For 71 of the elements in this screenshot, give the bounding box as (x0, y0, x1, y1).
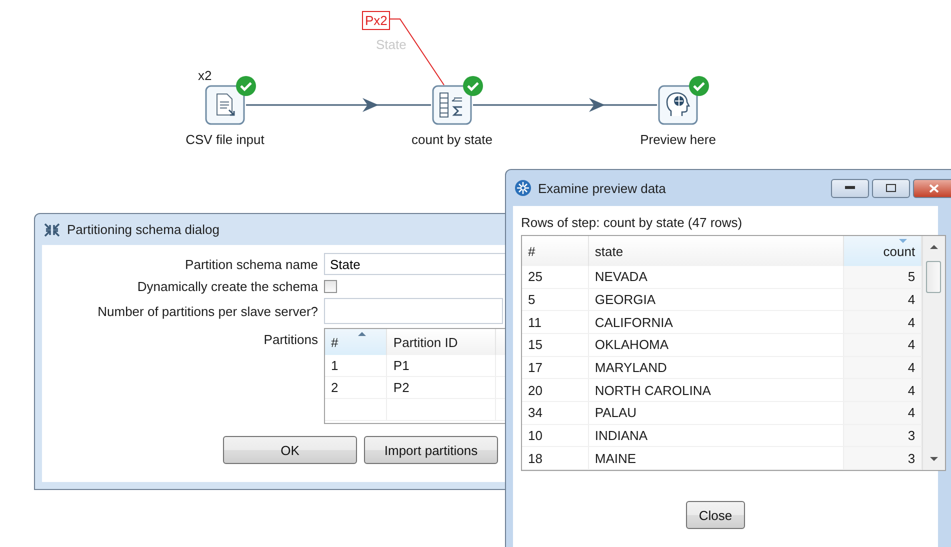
sort-arrow-icon (899, 239, 908, 243)
table-cell: 3 (843, 446, 922, 470)
table-cell: OKLAHOMA (588, 334, 844, 356)
table-cell: 10 (522, 424, 588, 447)
sort-arrow-icon (358, 332, 366, 336)
table-cell: INDIANA (588, 424, 844, 447)
step-label: Preview here (640, 132, 716, 147)
table-cell: 34 (522, 402, 588, 424)
table-cell: 4 (843, 288, 922, 311)
maximize-button[interactable] (872, 178, 910, 198)
close-icon (929, 184, 939, 192)
table-cell: 4 (843, 356, 922, 379)
document-step-icon[interactable] (205, 85, 245, 125)
partition-tag: Px2 (362, 11, 390, 30)
scroll-thumb[interactable] (926, 261, 942, 293)
table-cell: 18 (522, 446, 588, 470)
column-header[interactable]: count (843, 236, 922, 266)
column-header[interactable]: # (325, 329, 387, 355)
schema-name-field[interactable]: State (324, 253, 507, 275)
scrollbar[interactable] (922, 236, 945, 470)
minimize-icon (845, 186, 855, 190)
dialog-title: Partitioning schema dialog (67, 222, 220, 237)
close-button[interactable] (913, 178, 951, 198)
table-cell: 4 (843, 402, 922, 424)
arrows-inward-icon (43, 222, 61, 238)
column-header[interactable]: Partition ID (386, 329, 496, 355)
field-label: Number of partitions per slave server? (96, 304, 319, 318)
head-globe-step-icon[interactable] (658, 85, 698, 125)
table-cell: MARYLAND (588, 356, 844, 379)
column-header[interactable]: state (588, 236, 844, 266)
dialog-button[interactable]: OK (223, 436, 357, 464)
window-title: Examine preview data (538, 180, 666, 196)
spokes-badge-icon (514, 179, 532, 197)
dialog-button[interactable]: Import partitions (364, 436, 498, 464)
maximize-icon (886, 184, 896, 192)
checkbox[interactable] (324, 280, 337, 293)
table-cell: CALIFORNIA (588, 310, 844, 334)
rows-caption: Rows of step: count by state (47 rows) (520, 214, 744, 232)
column-header[interactable]: # (522, 236, 588, 266)
table-cell: 5 (843, 266, 922, 288)
table-cell: PALAU (588, 402, 844, 424)
table-cell: 25 (522, 266, 588, 288)
field-label: Dynamically create the schema (136, 279, 319, 294)
scroll-down-icon[interactable] (930, 457, 938, 461)
table-cell: P2 (386, 376, 496, 398)
table-cell: 15 (522, 334, 588, 356)
copies-count: x2 (198, 68, 212, 83)
table-cell: 20 (522, 378, 588, 402)
table-cell: 17 (522, 356, 588, 379)
table-sum-step-icon[interactable] (432, 85, 472, 125)
table-cell: 2 (325, 376, 387, 398)
field-label: Partition schema name (184, 256, 319, 272)
table-cell: 4 (843, 378, 922, 402)
table-cell: P1 (386, 355, 496, 376)
table-cell: 5 (522, 288, 588, 311)
scroll-up-icon[interactable] (930, 245, 938, 249)
table-cell: 4 (843, 334, 922, 356)
close-dialog-button[interactable]: Close (686, 501, 746, 529)
table-cell: MAINE (588, 446, 844, 470)
table-cell: 4 (843, 310, 922, 334)
table-cell: NEVADA (588, 266, 844, 288)
table-cell: NORTH CAROLINA (588, 378, 844, 402)
field-label: Partitions (262, 331, 319, 347)
partitions-count-field[interactable] (324, 298, 503, 324)
step-label: CSV file input (186, 132, 264, 147)
minimize-button[interactable] (831, 178, 869, 198)
table-cell: 3 (843, 424, 922, 447)
table-cell: 1 (325, 355, 387, 376)
step-label: count by state (412, 132, 492, 147)
table-cell: GEORGIA (588, 288, 844, 311)
table-cell: 11 (522, 310, 588, 334)
